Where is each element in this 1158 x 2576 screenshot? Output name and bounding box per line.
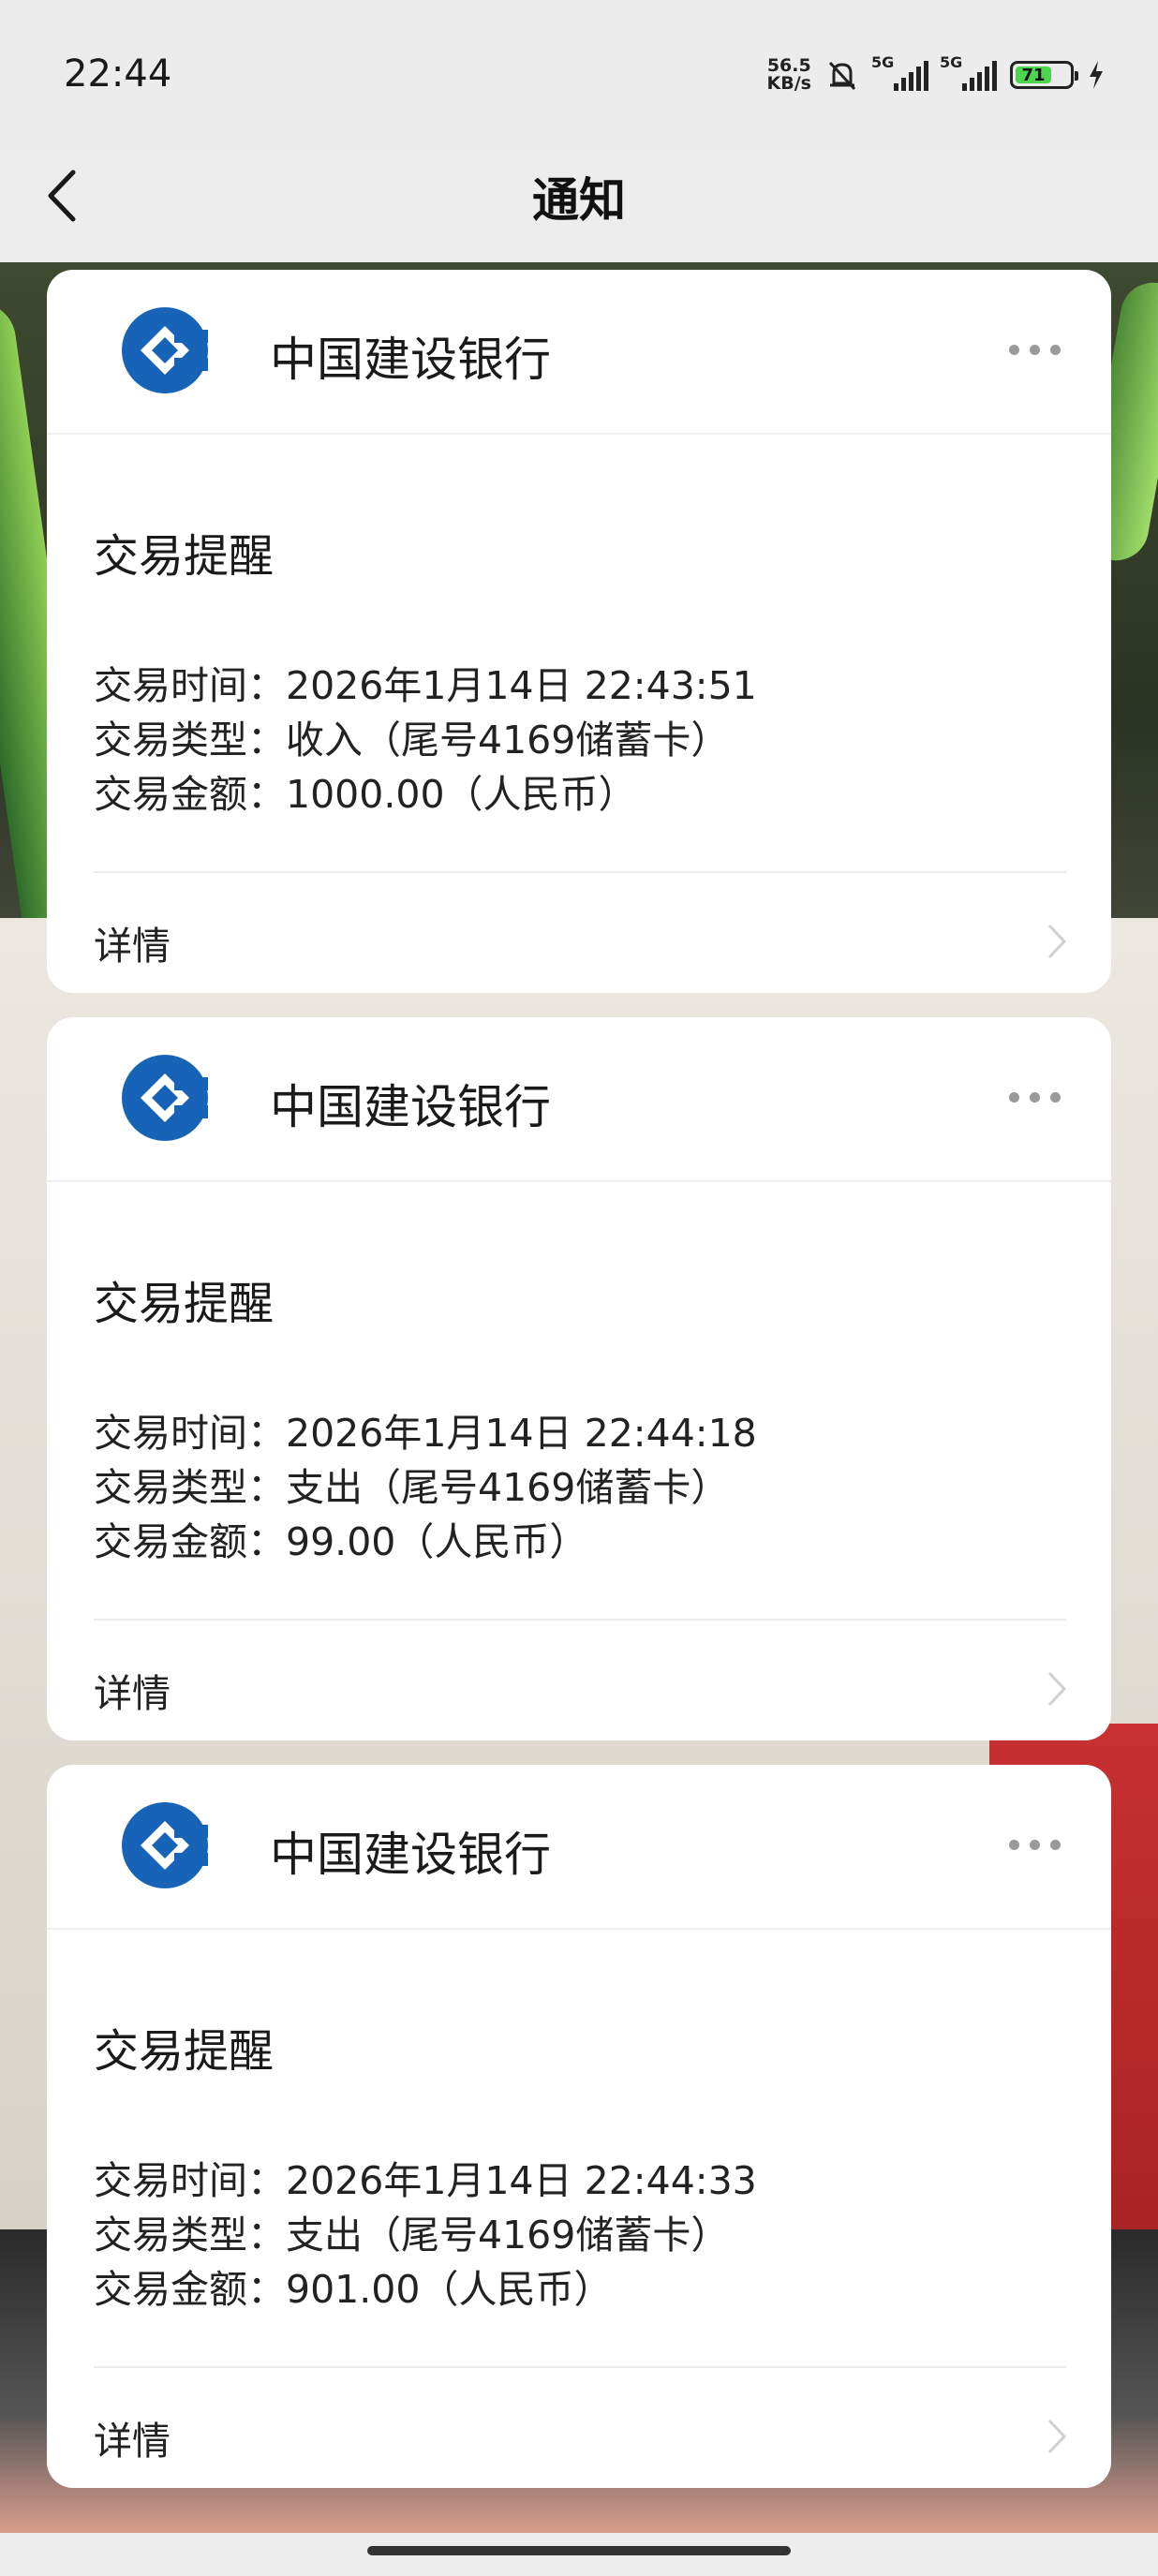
bank-name: 中国建设银行 — [270, 333, 551, 387]
transaction-type: 交易类型：收入（尾号4169储蓄卡） — [94, 718, 730, 762]
details-link[interactable]: 详情 — [94, 914, 171, 970]
notification-title: 交易提醒 — [94, 1278, 275, 1330]
signal-icon: 5G — [940, 53, 997, 91]
chevron-right-icon — [1047, 924, 1067, 959]
signal-2-label: 5G — [940, 53, 963, 71]
network-speed-unit: KB/s — [766, 73, 811, 94]
card-header: 中国建设银行 — [47, 270, 1111, 435]
transaction-time: 交易时间：2026年1月14日 22:44:18 — [94, 1411, 757, 1456]
divider — [94, 2366, 1066, 2368]
transaction-amount: 交易金额：1000.00（人民币） — [94, 772, 637, 817]
page-title: 通知 — [532, 173, 626, 228]
notification-card[interactable]: 中国建设银行 交易提醒 交易时间：2026年1月14日 22:44:33 交易类… — [47, 1765, 1111, 2488]
more-options-icon[interactable] — [1009, 1840, 1061, 1850]
status-icons: 56.5 KB/s 5G 5G 71 — [767, 53, 1106, 96]
transaction-type: 交易类型：支出（尾号4169储蓄卡） — [94, 1465, 730, 1510]
battery-icon: 71 — [1010, 61, 1078, 89]
notification-card[interactable]: 中国建设银行 交易提醒 交易时间：2026年1月14日 22:44:18 交易类… — [47, 1017, 1111, 1740]
transaction-amount: 交易金额：99.00（人民币） — [94, 1519, 588, 1564]
transaction-amount: 交易金额：901.00（人民币） — [94, 2267, 613, 2312]
charging-icon — [1090, 61, 1103, 89]
chevron-right-icon — [1047, 1671, 1067, 1707]
transaction-time: 交易时间：2026年1月14日 22:43:51 — [94, 663, 757, 708]
notification-title: 交易提醒 — [94, 530, 275, 583]
more-options-icon[interactable] — [1009, 345, 1061, 355]
status-time: 22:44 — [64, 52, 172, 96]
network-speed: 56.5 KB/s — [767, 57, 811, 93]
bank-name: 中国建设银行 — [270, 1080, 551, 1134]
status-bar: 22:44 56.5 KB/s 5G 5G 71 通知 — [0, 0, 1158, 228]
signal-icon: 5G — [871, 53, 928, 91]
bank-name: 中国建设银行 — [270, 1828, 551, 1882]
ccb-logo-icon — [122, 1055, 208, 1141]
ccb-logo-icon — [122, 307, 208, 393]
divider — [94, 1619, 1066, 1621]
chevron-right-icon — [1047, 2419, 1067, 2454]
battery-level: 71 — [1016, 66, 1052, 85]
transaction-type: 交易类型：支出（尾号4169储蓄卡） — [94, 2213, 730, 2258]
mute-bell-icon — [828, 61, 856, 91]
transaction-time: 交易时间：2026年1月14日 22:44:33 — [94, 2158, 757, 2203]
signal-1-label: 5G — [871, 53, 895, 71]
ccb-logo-icon — [122, 1802, 208, 1888]
more-options-icon[interactable] — [1009, 1092, 1061, 1103]
card-header: 中国建设银行 — [47, 1765, 1111, 1930]
notification-card[interactable]: 中国建设银行 交易提醒 交易时间：2026年1月14日 22:43:51 交易类… — [47, 270, 1111, 993]
divider — [94, 871, 1066, 873]
card-header: 中国建设银行 — [47, 1017, 1111, 1182]
details-link[interactable]: 详情 — [94, 1662, 171, 1718]
home-indicator[interactable] — [367, 2546, 791, 2555]
notification-title: 交易提醒 — [94, 2025, 275, 2078]
details-link[interactable]: 详情 — [94, 2409, 171, 2465]
